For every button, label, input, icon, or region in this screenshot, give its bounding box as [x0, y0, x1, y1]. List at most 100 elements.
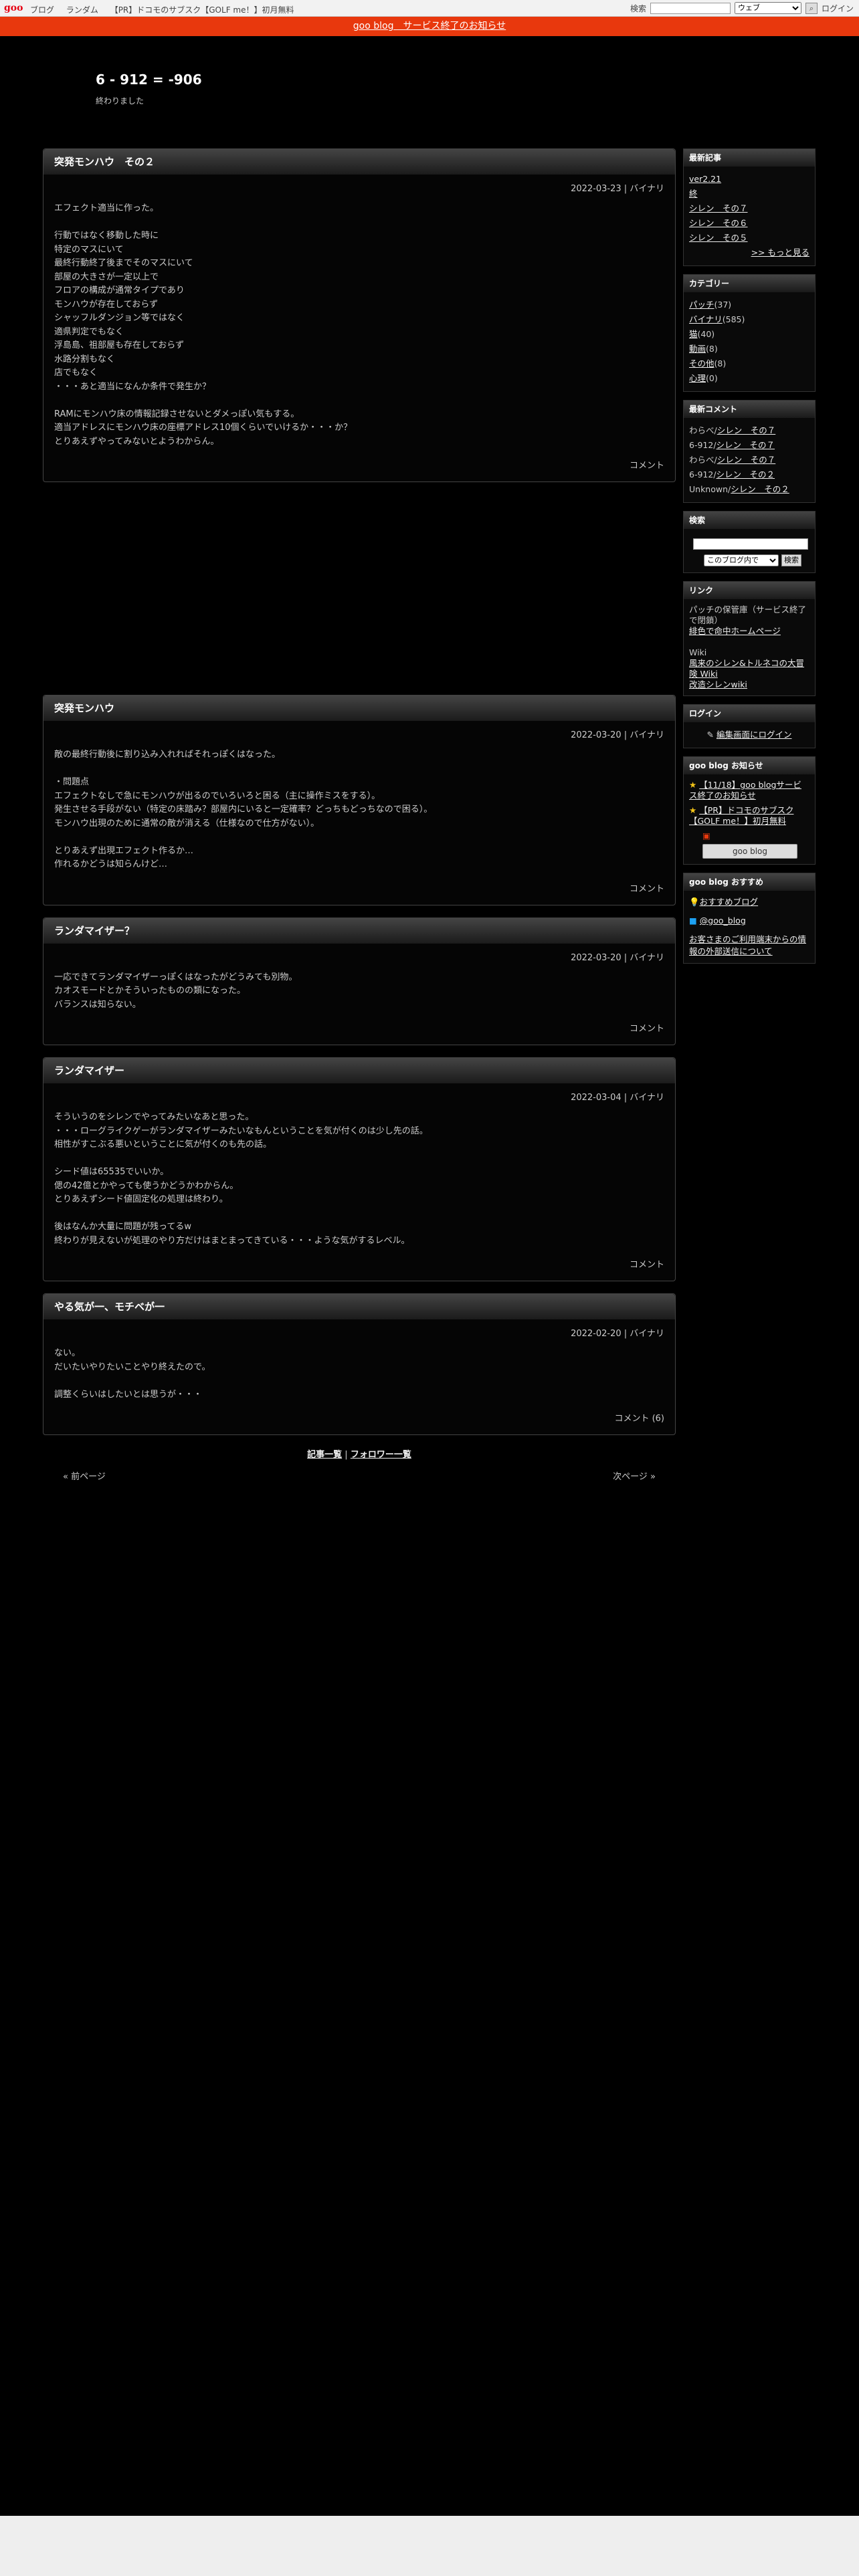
recent-post-link[interactable]: シレン その７	[689, 203, 748, 213]
comment-post-link[interactable]: シレン その２	[731, 484, 789, 494]
links-box: リンク パッチの保管庫（サービス終了で閉鎖） 緋色で命中ホームページ Wiki …	[683, 581, 816, 696]
external-link[interactable]: 風来のシレン&トルネコの大冒険 Wiki	[689, 658, 804, 679]
article-list-link[interactable]: 記事一覧	[307, 1450, 342, 1460]
box-title: カテゴリー	[684, 275, 815, 292]
sidebar: 最新記事 ver2.21 終 シレン その７ シレン その６ シレン その５ >…	[683, 148, 816, 972]
bulb-icon: 💡	[689, 897, 700, 907]
service-notice-bar: goo blog サービス終了のお知らせ	[0, 17, 859, 36]
search-label: 検索	[630, 3, 646, 13]
entry-body: ない。 だいたいやりたいことやり終えたので。 調整くらいはしたいとは思うが・・・	[54, 1348, 211, 1400]
category-link[interactable]: パッチ	[689, 300, 714, 310]
entry-title[interactable]: やる気が一、モチベが一	[43, 1294, 675, 1319]
comment-post-link[interactable]: シレン その７	[717, 455, 776, 465]
recent-post-link[interactable]: 終	[689, 189, 698, 199]
box-title: 最新記事	[684, 149, 815, 167]
entry-meta[interactable]: 2022-03-04 | バイナリ	[43, 1083, 675, 1103]
blog-search-scope[interactable]: このブログ内で	[704, 554, 779, 566]
box-title: ログイン	[684, 705, 815, 722]
search-box: 検索 このブログ内で 検索	[683, 511, 816, 573]
recent-post-link[interactable]: ver2.21	[689, 174, 721, 184]
comment-post-link[interactable]: シレン その７	[717, 440, 775, 450]
blog-title[interactable]: 6 - 912 = -906	[96, 72, 202, 88]
external-link[interactable]: 改造シレンwiki	[689, 679, 747, 689]
page-nav: « 前ページ 次ページ »	[43, 1469, 676, 1489]
entry: ランダマイザー？ 2022-03-20 | バイナリ 一応できてランダマイザーっ…	[43, 917, 676, 1045]
entry-title[interactable]: ランダマイザー	[43, 1058, 675, 1083]
box-title: 検索	[684, 512, 815, 529]
category-link[interactable]: 心理	[689, 373, 706, 383]
category-link[interactable]: バイナリ	[689, 314, 723, 324]
footer-bar	[0, 2516, 859, 2576]
entry-body: そういうのをシレンでやってみたいなあと思った。 ・・・ローグライクゲーがランダマ…	[54, 1112, 428, 1246]
blog-search-input[interactable]	[693, 538, 808, 550]
next-page-link[interactable]: 次ページ »	[613, 1469, 656, 1482]
follower-list-link[interactable]: フォロワー一覧	[351, 1450, 411, 1460]
privacy-link[interactable]: お客さまのご利用端末からの情報の外部送信について	[689, 934, 806, 956]
pencil-icon: ✎	[706, 730, 714, 740]
recent-post-link[interactable]: シレン その５	[689, 233, 748, 243]
pager: 記事一覧 | フォロワー一覧	[43, 1447, 676, 1460]
category-link[interactable]: その他	[689, 358, 714, 368]
box-title: 最新コメント	[684, 401, 815, 418]
entry-meta[interactable]: 2022-03-20 | バイナリ	[43, 944, 675, 963]
search-input[interactable]	[650, 2, 731, 14]
comment-link[interactable]: コメント	[43, 872, 675, 905]
commenter: 6-912	[689, 440, 714, 450]
top-bar: goo ブログ ランダム 【PR】ドコモのサブスク【GOLF me！】初月無料 …	[0, 0, 859, 17]
twitter-link[interactable]: @goo_blog	[700, 916, 746, 926]
external-link[interactable]: 緋色で命中ホームページ	[689, 626, 781, 636]
service-notice-link[interactable]: goo blog サービス終了のお知らせ	[353, 21, 506, 31]
entry-body: エフェクト適当に作った。 行動ではなく移動した時に 特定のマスにいて 最終行動終…	[54, 203, 353, 447]
more-posts-link[interactable]: >> もっと見る	[751, 247, 809, 257]
category-count: (40)	[697, 329, 715, 339]
news-link[interactable]: 【11/18】goo blogサービス終了のお知らせ	[689, 780, 801, 800]
login-link[interactable]: ログイン	[822, 3, 854, 14]
goo-news-box: goo blog お知らせ ★ 【11/18】goo blogサービス終了のお知ら…	[683, 756, 816, 865]
blog-search-button[interactable]: 検索	[781, 554, 801, 566]
nav-pr[interactable]: 【PR】ドコモのサブスク【GOLF me！】初月無料	[110, 5, 294, 15]
recent-comments-box: 最新コメント わらべ/シレン その７ 6-912/シレン その７ わらべ/シレン…	[683, 400, 816, 503]
star-icon: ★	[689, 805, 697, 815]
recent-posts-box: 最新記事 ver2.21 終 シレン その７ シレン その６ シレン その５ >…	[683, 148, 816, 266]
commenter: 6-912	[689, 469, 714, 479]
news-link[interactable]: 【PR】ドコモのサブスク【GOLF me！】初月無料	[689, 805, 793, 826]
comment-link[interactable]: コメント	[43, 449, 675, 481]
main-column: 突発モンハウ その２ 2022-03-23 | バイナリ エフェクト適当に作った…	[43, 148, 676, 1489]
recent-post-link[interactable]: シレン その６	[689, 218, 748, 228]
recommend-link[interactable]: おすすめブログ	[700, 897, 759, 907]
commenter: Unknown	[689, 484, 729, 494]
comment-post-link[interactable]: シレン その７	[717, 425, 776, 435]
entry-meta[interactable]: 2022-02-20 | バイナリ	[43, 1319, 675, 1339]
search-scope-select[interactable]: ウェブ	[734, 2, 801, 14]
category-link[interactable]: 動画	[689, 344, 706, 354]
entry-title[interactable]: 突発モンハウ	[43, 695, 675, 721]
comment-link[interactable]: コメント	[43, 1012, 675, 1045]
nav-random[interactable]: ランダム	[66, 5, 98, 15]
category-box: カテゴリー パッチ(37) バイナリ(585) 猫(40) 動画(8) その他(…	[683, 274, 816, 392]
prev-page-link[interactable]: « 前ページ	[63, 1469, 106, 1482]
search-icon[interactable]: ⌕	[805, 2, 818, 14]
entry-meta[interactable]: 2022-03-20 | バイナリ	[43, 721, 675, 740]
box-title: goo blog おすすめ	[684, 873, 815, 891]
star-icon: ★	[689, 780, 697, 790]
entry-title[interactable]: ランダマイザー？	[43, 918, 675, 944]
comment-link[interactable]: コメント (6)	[43, 1402, 675, 1434]
entry-meta[interactable]: 2022-03-23 | バイナリ	[43, 175, 675, 194]
link-note: パッチの保管庫（サービス終了で閉鎖）	[689, 605, 807, 625]
commenter: わらべ	[689, 425, 714, 435]
edit-login-link[interactable]: 編集画面にログイン	[717, 730, 792, 740]
nav-blog[interactable]: ブログ	[30, 5, 54, 15]
entry-title[interactable]: 突発モンハウ その２	[43, 149, 675, 175]
rss-icon[interactable]: ▣	[689, 831, 809, 841]
comment-post-link[interactable]: シレン その２	[717, 469, 775, 479]
login-box: ログイン ✎ 編集画面にログイン	[683, 704, 816, 748]
category-link[interactable]: 猫	[689, 329, 698, 339]
goo-logo[interactable]: goo	[4, 3, 23, 13]
comment-link[interactable]: コメント	[43, 1248, 675, 1281]
entry: 突発モンハウ 2022-03-20 | バイナリ 敵の最終行動後に割り込み入れれ…	[43, 695, 676, 905]
goo-blog-logo[interactable]: goo blog	[702, 844, 797, 859]
pager-separator: |	[342, 1450, 351, 1460]
entry-body: 一応できてランダマイザーっぽくはなったがどうみても別物。 カオスモードとかそうい…	[54, 972, 298, 1010]
blog-description: 終わりました	[96, 96, 145, 106]
entry-body: 敵の最終行動後に割り込み入れればそれっぽくはなった。 ・問題点 エフェクトなしで…	[54, 750, 433, 869]
